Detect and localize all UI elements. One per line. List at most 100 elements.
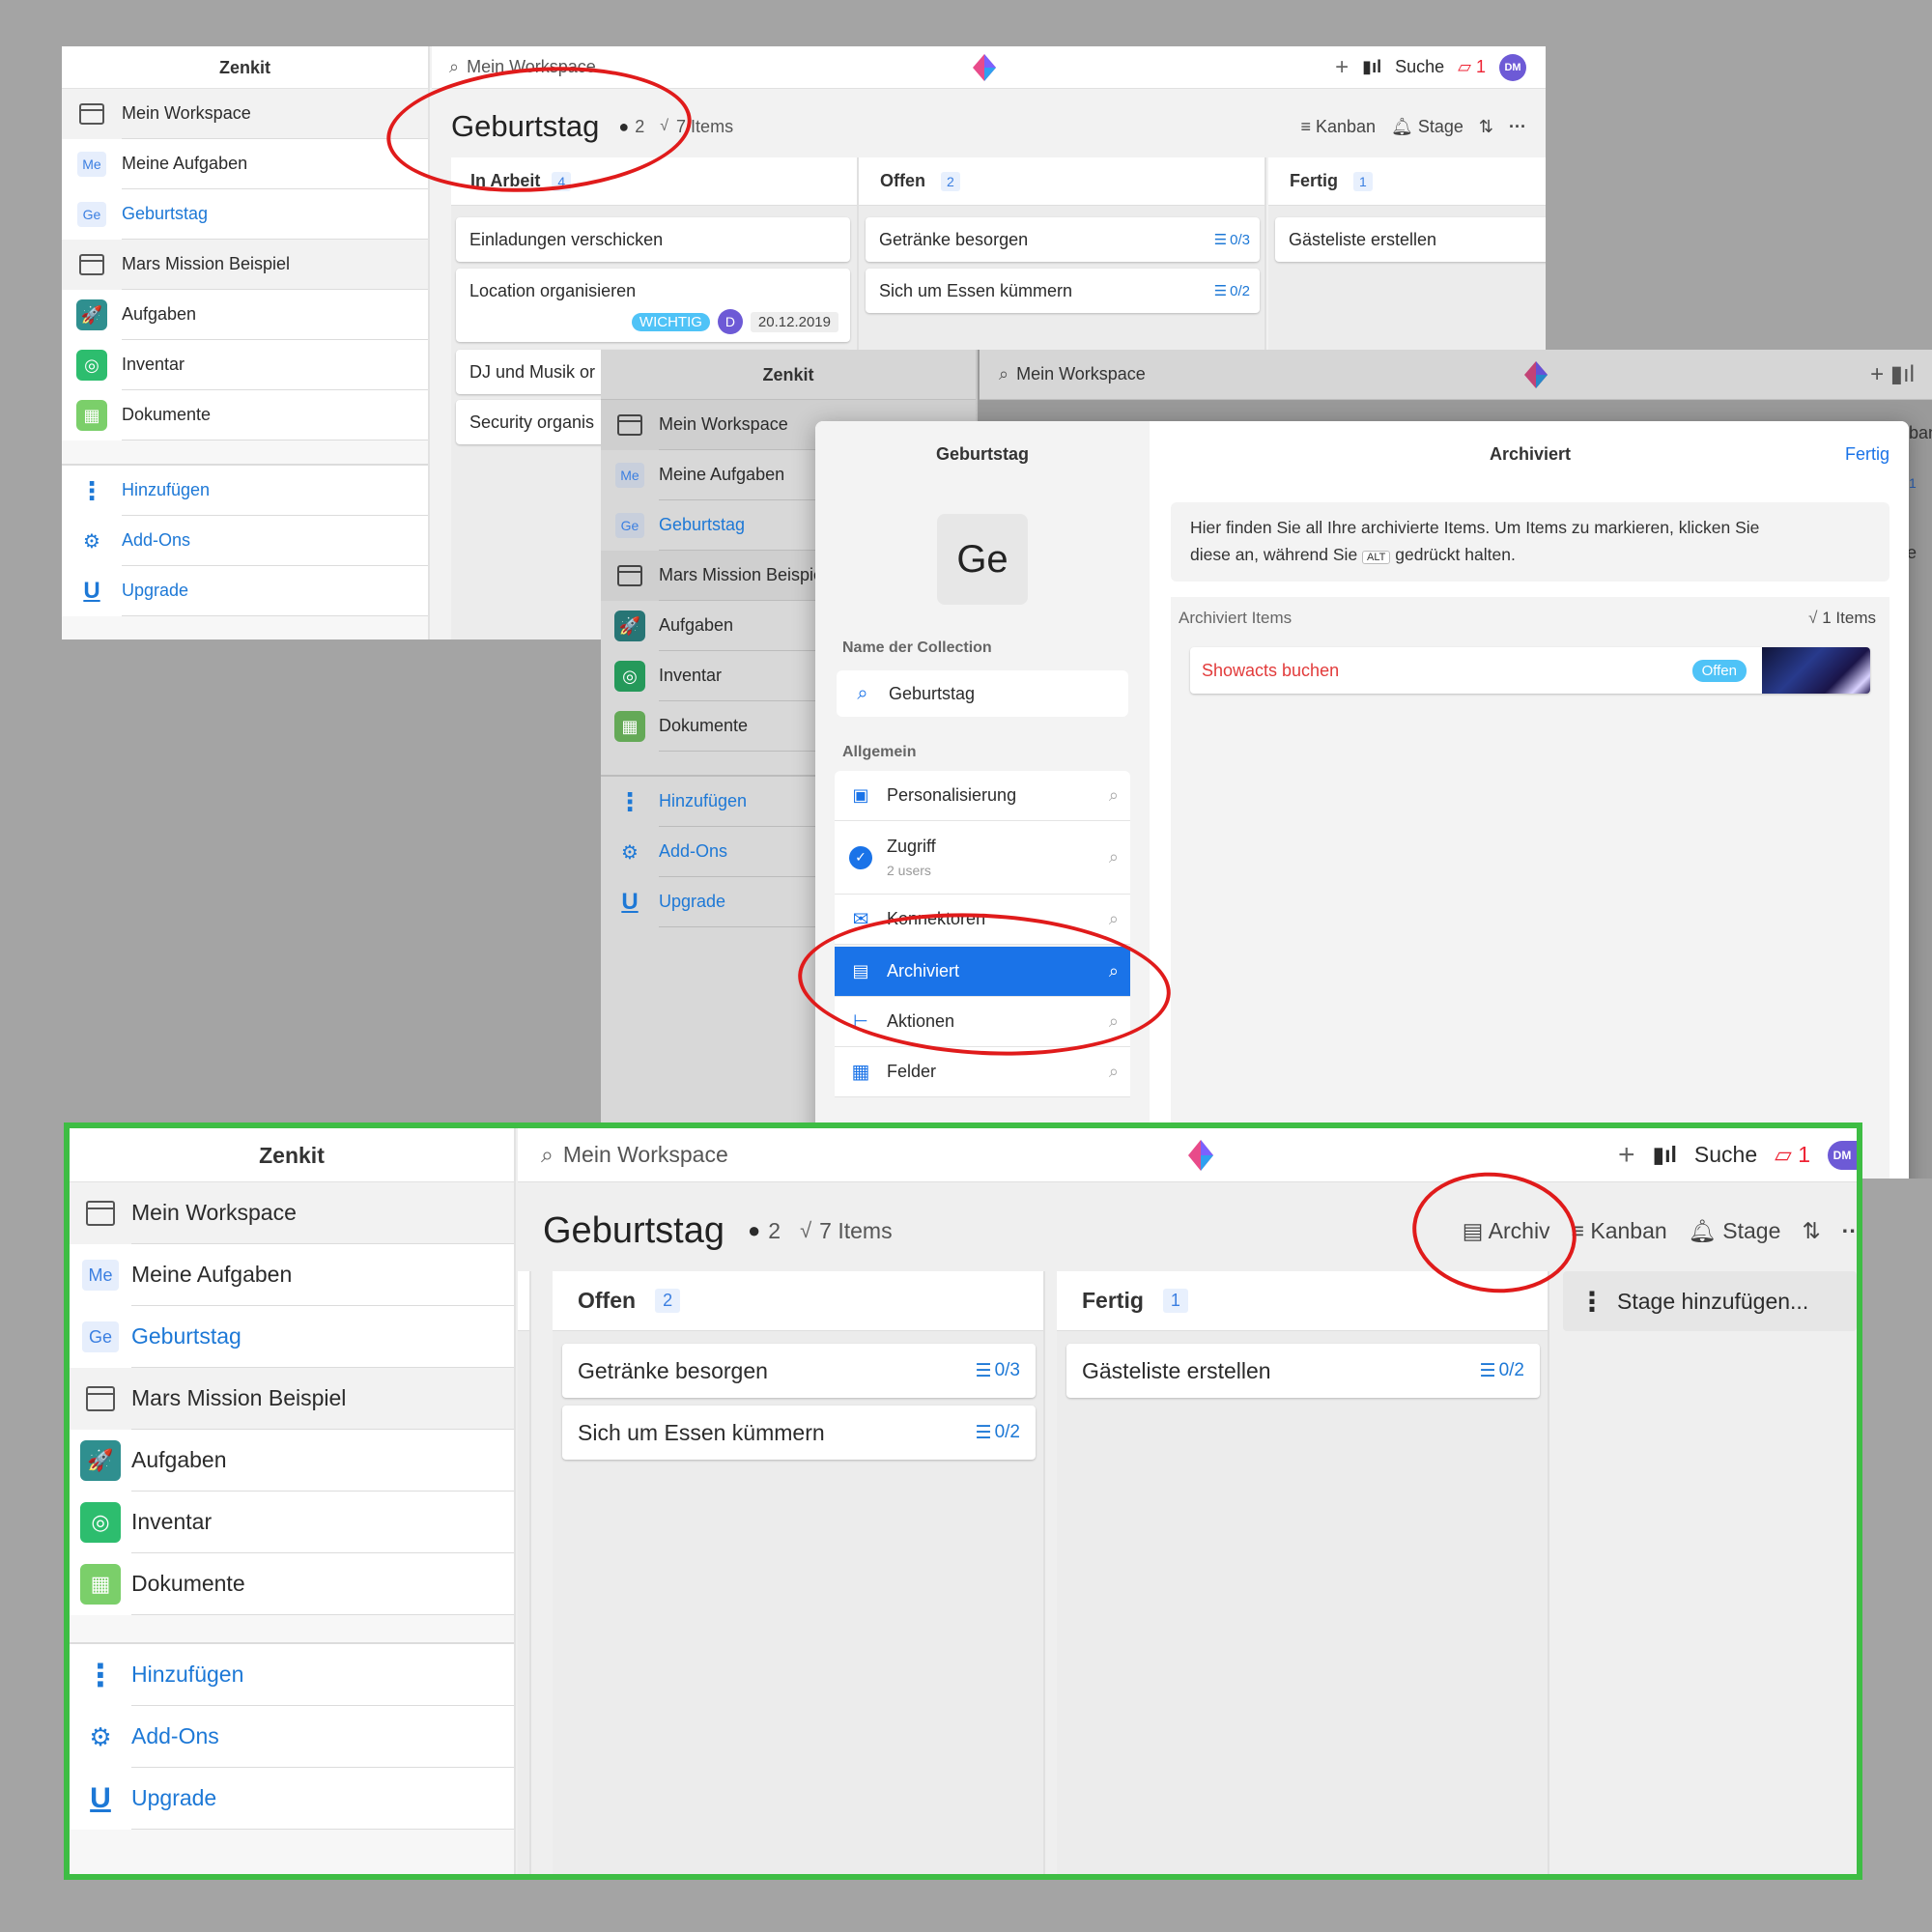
settings-archiviert[interactable]: ▤ Archiviert ⌕ [835, 947, 1130, 997]
kanban-view-button[interactable]: ≡ Kanban [1300, 117, 1376, 137]
stats-icon[interactable]: ▮ıl [1362, 57, 1381, 77]
kanban-label: Kanban [1315, 116, 1377, 136]
sidebar-item-label: Geburtstag [122, 189, 428, 240]
add-icon[interactable]: + [1335, 54, 1349, 81]
archived-item[interactable]: Showacts buchen Offen [1190, 647, 1870, 694]
done-button[interactable]: Fertig [1845, 444, 1889, 465]
column-header: Offen 2 [553, 1271, 1043, 1331]
items-icon: √ [1808, 609, 1818, 627]
notifications-button[interactable]: ▱ 1 [1458, 57, 1486, 77]
checklist-icon: ☰ [1479, 1360, 1496, 1381]
archive-button[interactable]: ▤ Archiv [1463, 1218, 1550, 1244]
sidebar-action-upgrade[interactable]: U Upgrade [62, 566, 428, 616]
sidebar-item-label: Meine Aufgaben [122, 139, 428, 189]
sidebar-action-upgrade[interactable]: U Upgrade [70, 1768, 514, 1830]
card-title: Getränke besorgen [578, 1357, 768, 1383]
sidebar-action-hinzufuegen[interactable]: ⋮ Hinzufügen [62, 466, 428, 516]
sidebar-item-meine-aufgaben[interactable]: Me Meine Aufgaben [62, 139, 428, 189]
app-title: Zenkit [601, 350, 976, 400]
sidebar-item-label: Dokumente [131, 1553, 514, 1615]
sidebar-item-dokumente[interactable]: ▦ Dokumente [70, 1553, 514, 1615]
sidebar-action-hinzufuegen[interactable]: ⋮ Hinzufügen [70, 1644, 514, 1706]
page-title: Geburtstag [543, 1209, 724, 1251]
ge-badge: Ge [82, 1321, 119, 1352]
card-title: Sich um Essen kümmern [578, 1419, 825, 1445]
card[interactable]: Einladungen verschicken [456, 217, 850, 262]
items-count: 7 Items [819, 1217, 893, 1243]
card[interactable]: Sich um Essen kümmern ☰ 0/2 [562, 1406, 1036, 1460]
sidebar-item-aufgaben[interactable]: 🚀 Aufgaben [62, 290, 428, 340]
workspace-search-icon[interactable]: ⌕ [449, 57, 459, 77]
due-date: 20.12.2019 [750, 311, 838, 332]
settings-zugriff[interactable]: ✓ Zugriff 2 users ⌕ [835, 821, 1130, 895]
search-icon: ⌕ [1108, 785, 1119, 805]
me-badge: Me [77, 152, 106, 177]
card[interactable]: Gästeliste erstellen [1275, 217, 1546, 262]
workspace-breadcrumb[interactable]: Mein Workspace [1016, 364, 1146, 384]
settings-aktionen[interactable]: ⊢ Aktionen ⌕ [835, 997, 1130, 1047]
archived-count-value: 1 Items [1822, 609, 1876, 627]
gears-icon: ⚙ [83, 530, 100, 553]
card[interactable]: Location organisieren WICHTIG D 20.12.20… [456, 269, 850, 342]
card[interactable]: Gästeliste erstellen ☰ 0/2 [1066, 1344, 1540, 1398]
sort-icon[interactable]: ⇅ [1479, 117, 1493, 137]
search-button[interactable]: Suche [1395, 57, 1444, 77]
workspace-breadcrumb[interactable]: Mein Workspace [467, 57, 596, 77]
stage-button[interactable]: 🔔︎ Stage [1391, 117, 1463, 137]
more-icon[interactable]: ·· [1842, 1218, 1857, 1244]
add-icon[interactable]: + ▮ıl [1870, 360, 1915, 388]
avatar[interactable]: DM [1499, 53, 1526, 81]
sidebar-action-addons[interactable]: ⚙ Add-Ons [70, 1706, 514, 1768]
sidebar-item-inventar[interactable]: ◎ Inventar [70, 1492, 514, 1553]
search-icon: ⌕ [1108, 1062, 1119, 1081]
sidebar-item-mars-mission[interactable]: Mars Mission Beispiel [62, 240, 428, 290]
workspace-search-icon[interactable]: ⌕ [541, 1142, 554, 1168]
workspace-icon [617, 414, 642, 436]
sort-icon[interactable]: ⇅ [1802, 1218, 1820, 1244]
collection-name-field[interactable]: ⌕ Geburtstag [837, 670, 1128, 717]
sidebar-item-mein-workspace[interactable]: Mein Workspace [70, 1182, 514, 1244]
sidebar-item-dokumente[interactable]: ▦ Dokumente [62, 390, 428, 440]
settings-personalisierung[interactable]: ▣ Personalisierung ⌕ [835, 771, 1130, 821]
gears-icon: ⚙ [89, 1721, 112, 1751]
more-icon[interactable]: ··· [1509, 117, 1526, 137]
info-text-line1: Hier finden Sie all Ihre archivierte Ite… [1190, 518, 1760, 537]
sidebar-item-inventar[interactable]: ◎ Inventar [62, 340, 428, 390]
sidebar-item-geburtstag[interactable]: Ge Geburtstag [70, 1306, 514, 1368]
workspace-breadcrumb[interactable]: Mein Workspace [563, 1142, 728, 1168]
ge-badge: Ge [615, 513, 644, 538]
items-count: 7 Items [676, 116, 734, 136]
topbar: ⌕ Mein Workspace + ▮ıl Suche ▱ 1 DM [518, 1128, 1857, 1182]
settings-felder[interactable]: ▦ Felder ⌕ [835, 1047, 1130, 1097]
card-title: Gästeliste erstellen [1289, 229, 1437, 249]
sidebar-item-label: Mars Mission Beispiel [122, 240, 428, 290]
workspace-search-icon[interactable]: ⌕ [999, 364, 1009, 384]
upgrade-icon: U [621, 889, 639, 915]
checklist-value: 0/3 [1230, 231, 1250, 248]
me-badge: Me [82, 1260, 119, 1291]
stage-button[interactable]: 🔔︎ Stage [1689, 1218, 1781, 1244]
zenkit-logo-icon [973, 54, 996, 81]
sidebar-action-addons[interactable]: ⚙ Add-Ons [62, 516, 428, 566]
search-button[interactable]: Suche [1694, 1142, 1757, 1168]
sidebar-item-aufgaben[interactable]: 🚀 Aufgaben [70, 1430, 514, 1492]
add-stage-button[interactable]: ⋮ Stage hinzufügen... [1563, 1271, 1857, 1331]
card[interactable]: Getränke besorgen ☰ 0/3 [866, 217, 1260, 262]
avatar[interactable]: DM [1828, 1140, 1857, 1170]
stats-icon[interactable]: ▮ıl [1652, 1142, 1676, 1168]
sidebar-item-meine-aufgaben[interactable]: Me Meine Aufgaben [70, 1244, 514, 1306]
sidebar-item-mars-mission[interactable]: Mars Mission Beispiel [70, 1368, 514, 1430]
sidebar-item-mein-workspace[interactable]: Mein Workspace [62, 89, 428, 139]
settings-konnektoren[interactable]: ✉ Konnektoren ⌕ [835, 895, 1130, 945]
search-icon: ⌕ [1108, 847, 1119, 867]
sidebar-item-geburtstag[interactable]: Ge Geburtstag [62, 189, 428, 240]
topbar: ⌕ Mein Workspace + ▮ıl [980, 350, 1932, 400]
kanban-view-button[interactable]: ≡ Kanban [1572, 1218, 1667, 1244]
map-icon: ▦ [614, 711, 645, 742]
notifications-button[interactable]: ▱ 1 [1775, 1142, 1810, 1168]
priority-tag: WICHTIG [631, 312, 710, 331]
add-icon[interactable]: + [1618, 1139, 1635, 1172]
card[interactable]: Getränke besorgen ☰ 0/3 [562, 1344, 1036, 1398]
card[interactable]: Sich um Essen kümmern ☰ 0/2 [866, 269, 1260, 313]
info-text-line2a: diese an, während Sie [1190, 545, 1358, 564]
